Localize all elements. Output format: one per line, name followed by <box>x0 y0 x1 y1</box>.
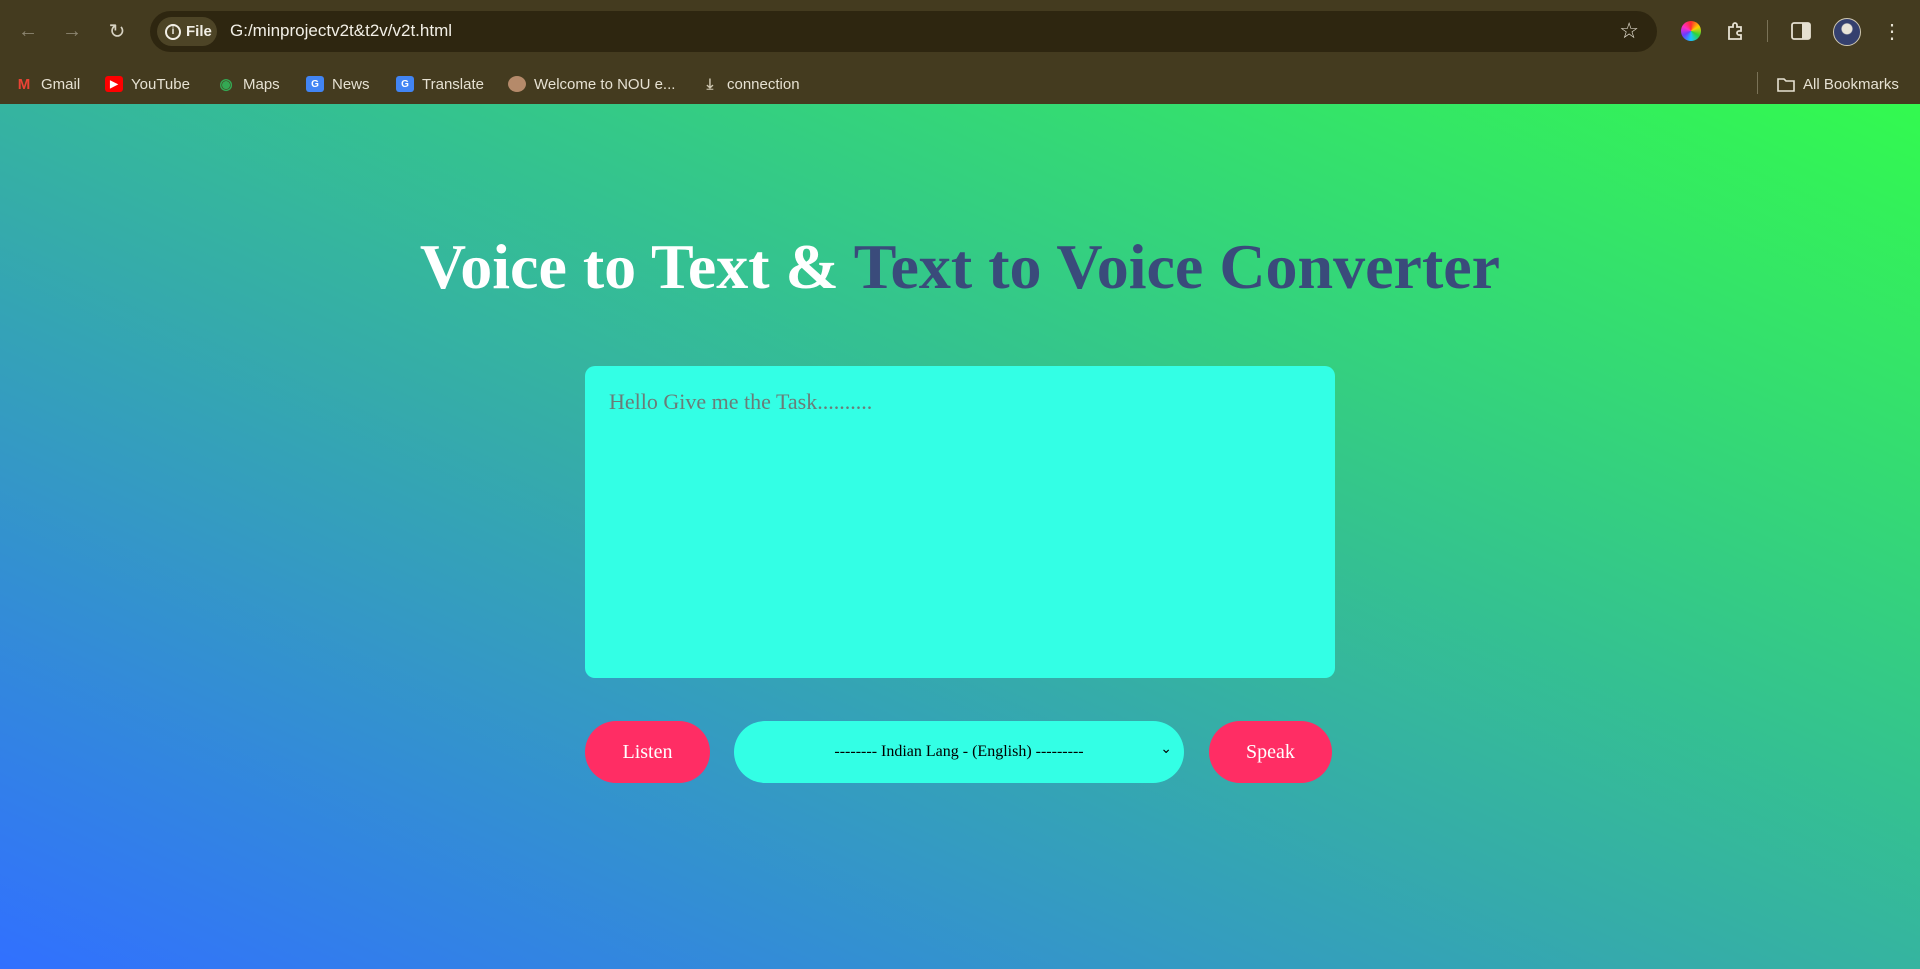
bookmark-youtube[interactable]: ▶ YouTube <box>105 73 190 95</box>
all-bookmarks-button[interactable]: All Bookmarks <box>1777 73 1899 95</box>
page-viewport: Voice to Text & Text to Voice Converter … <box>0 104 1920 969</box>
menu-kebab-icon[interactable]: ⋮ <box>1877 16 1907 46</box>
color-extension-icon[interactable] <box>1676 16 1706 46</box>
bookmark-maps[interactable]: ◉ Maps <box>217 73 279 95</box>
back-icon[interactable]: ← <box>10 13 46 49</box>
forward-icon[interactable]: → <box>54 13 90 49</box>
language-selected-value: -------- Indian Lang - (English) -------… <box>834 743 1084 760</box>
nou-icon <box>508 76 526 92</box>
side-panel-icon[interactable] <box>1786 16 1816 46</box>
url-text[interactable]: G:/minprojectv2t&t2v/v2t.html <box>230 21 452 41</box>
news-icon: G <box>306 76 324 92</box>
extensions-puzzle-icon[interactable] <box>1721 16 1751 46</box>
gmail-icon: M <box>17 75 31 93</box>
info-icon: i <box>165 23 181 40</box>
bookmarks-bar: M Gmail ▶ YouTube ◉ Maps G News G Transl… <box>0 64 1920 104</box>
bookmark-gmail[interactable]: M Gmail <box>15 73 80 95</box>
bookmark-nou[interactable]: Welcome to NOU e... <box>508 73 675 95</box>
page-title: Voice to Text & Text to Voice Converter <box>0 230 1920 304</box>
language-select[interactable]: -------- Indian Lang - (English) -------… <box>734 721 1184 783</box>
chevron-down-icon: ⌄ <box>1160 742 1172 757</box>
site-info-chip[interactable]: i File <box>157 17 217 46</box>
task-textarea[interactable] <box>585 366 1335 678</box>
maps-icon: ◉ <box>219 76 233 93</box>
speak-button[interactable]: Speak <box>1209 721 1332 783</box>
translate-icon: G <box>396 76 414 92</box>
bookmark-star-icon[interactable]: ☆ <box>1619 18 1639 44</box>
folder-icon <box>1777 76 1795 92</box>
title-part-voice-to-text: Voice to Text & <box>419 231 854 302</box>
profile-avatar[interactable] <box>1833 18 1861 46</box>
youtube-icon: ▶ <box>105 76 123 92</box>
bookmark-news[interactable]: G News <box>306 73 370 95</box>
browser-toolbar: ← → ↻ i File G:/minprojectv2t&t2v/v2t.ht… <box>0 0 1920 64</box>
bookmark-translate[interactable]: G Translate <box>396 73 484 95</box>
title-part-text-to-voice: Text to Voice Converter <box>853 231 1501 302</box>
reload-icon[interactable]: ↻ <box>99 13 135 49</box>
listen-button[interactable]: Listen <box>585 721 710 783</box>
bookmark-connection[interactable]: ⤓ connection <box>701 73 800 95</box>
scheme-label: File <box>186 23 212 40</box>
address-bar[interactable]: i File G:/minprojectv2t&t2v/v2t.html ☆ <box>150 11 1657 52</box>
download-icon: ⤓ <box>706 75 714 93</box>
